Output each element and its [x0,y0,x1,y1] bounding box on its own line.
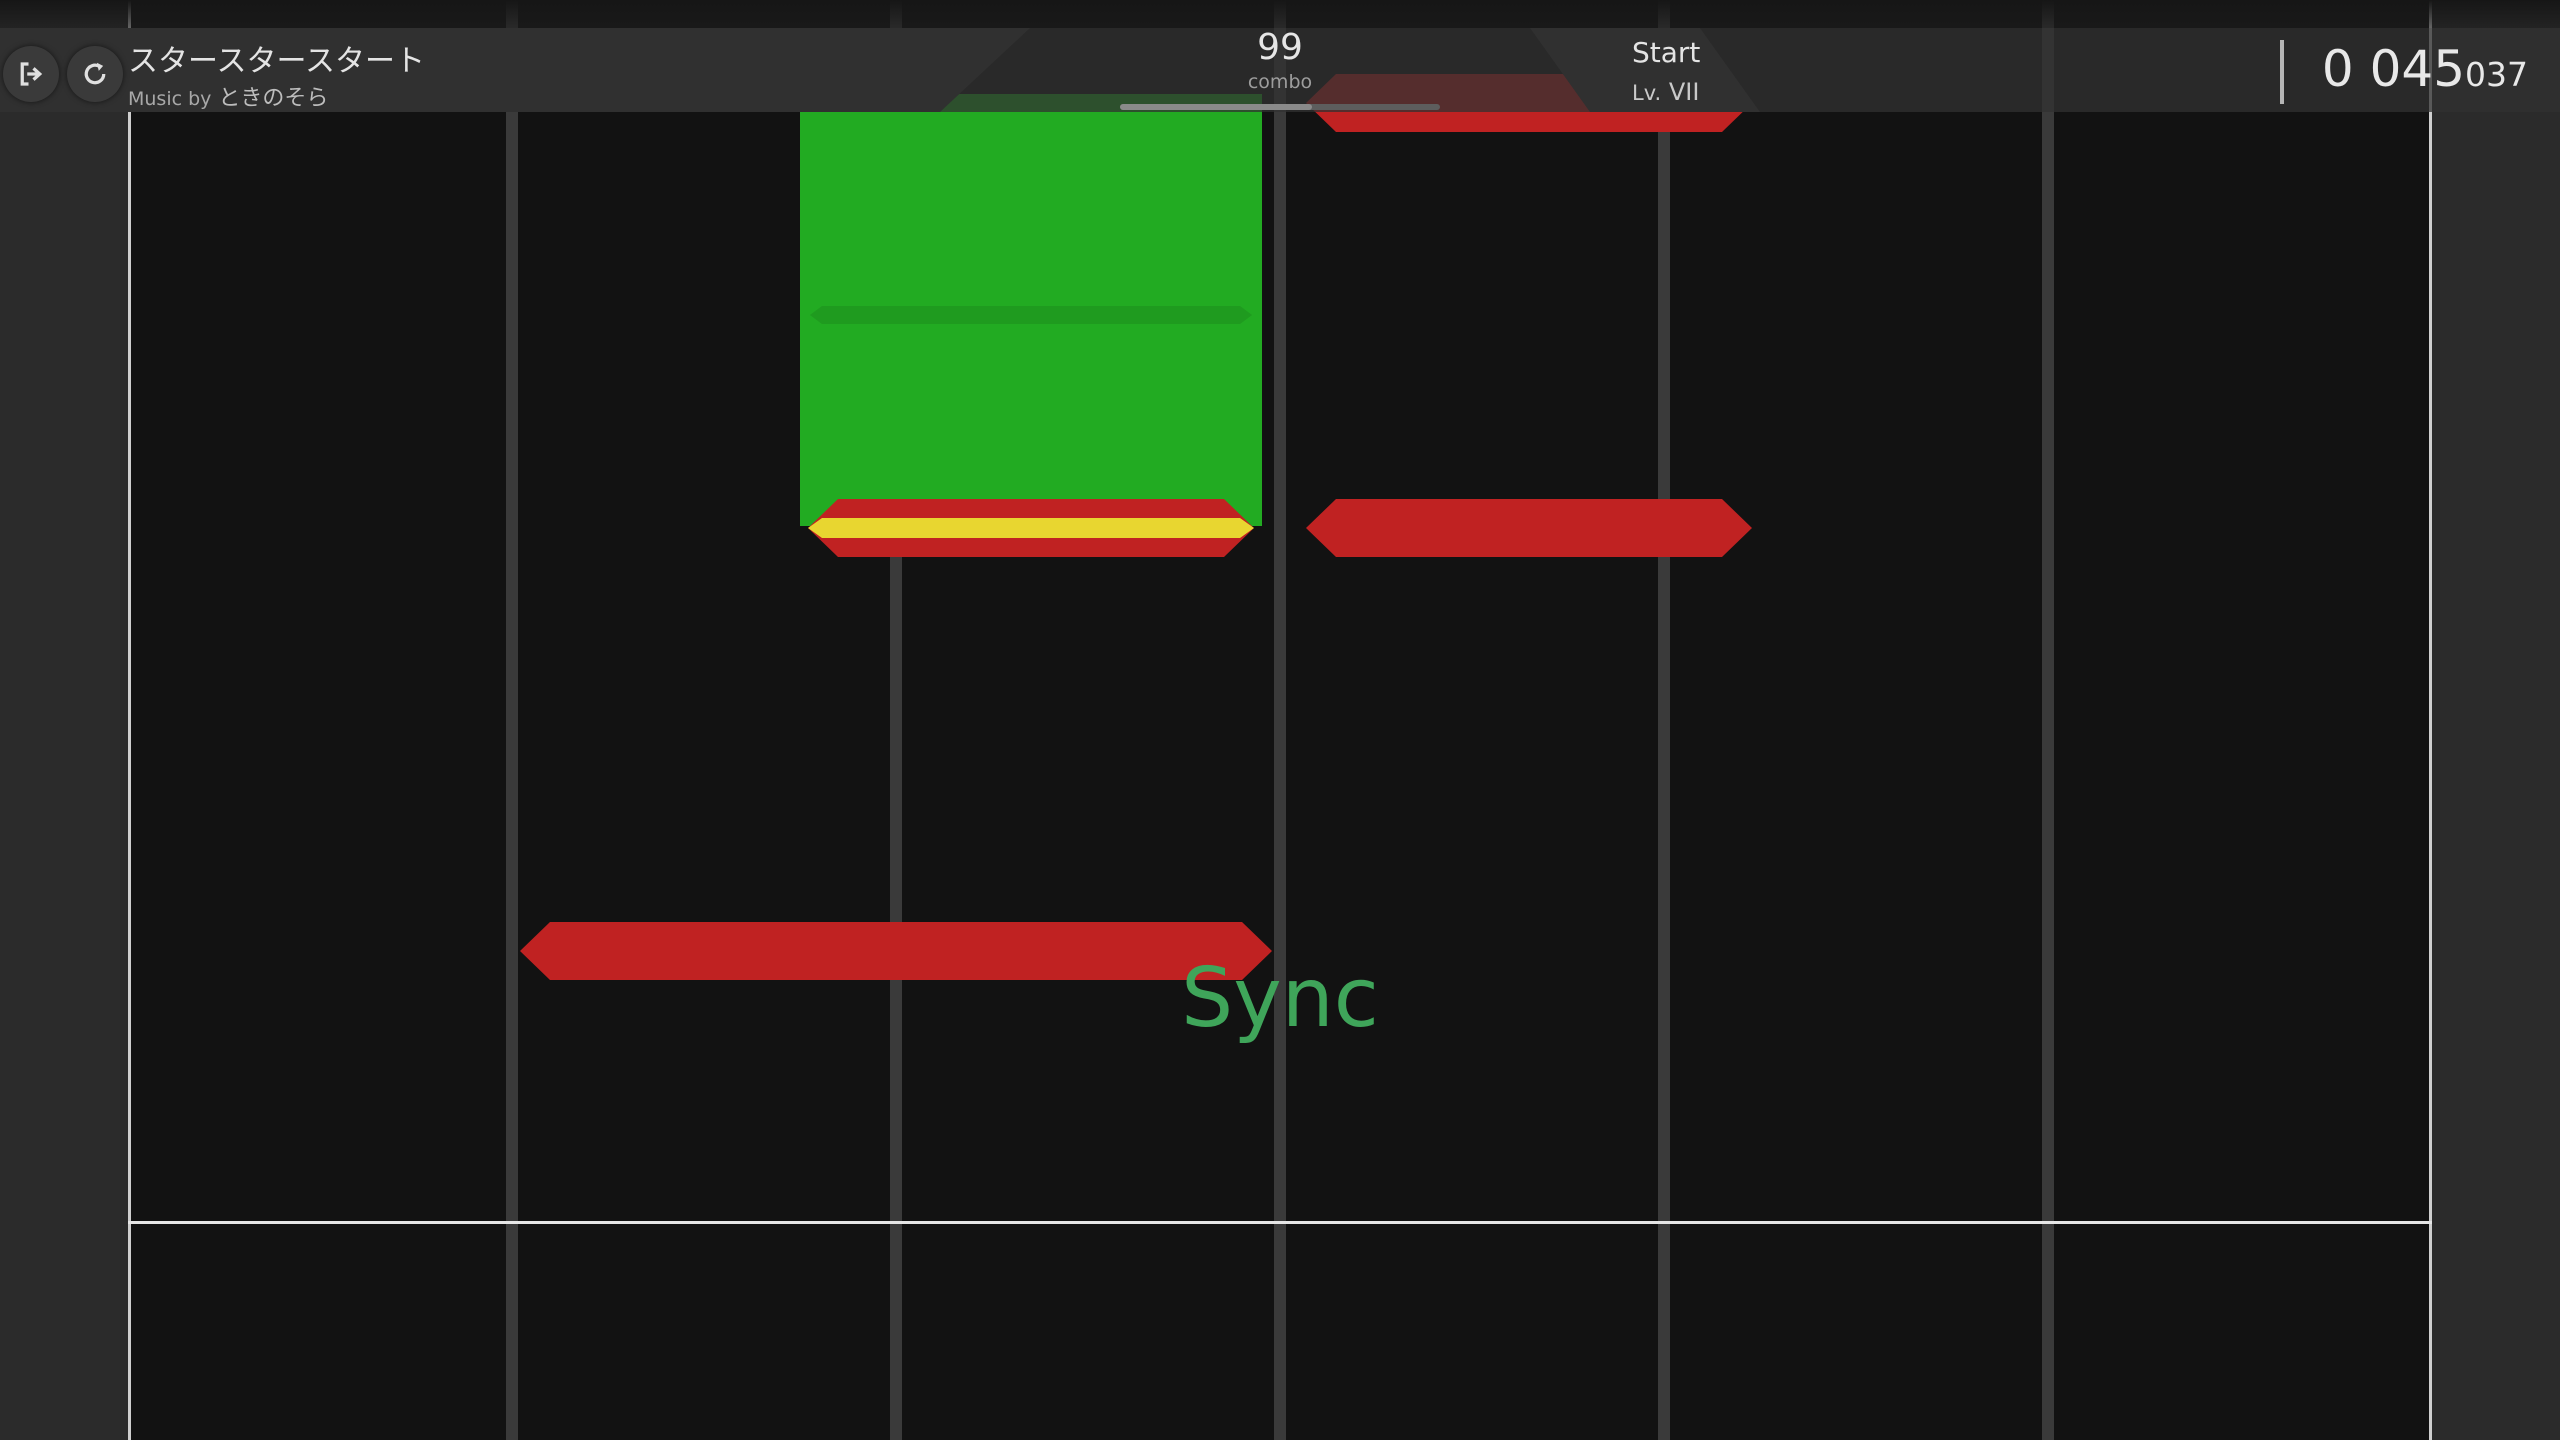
song-artist: Music by ときのそら [128,80,328,112]
difficulty-name: Start [1632,36,1701,69]
level-prefix: Lv. [1632,81,1662,105]
lane-divider [1274,0,1286,1440]
score: 0 045037 [2322,44,2528,94]
game-screen: Sync スタースタースタート Music by ときのそら 99 combo … [0,0,2560,1440]
lane-divider [1658,0,1670,1440]
song-progress-fill [1120,104,1312,110]
score-minor: 037 [2465,55,2528,94]
hud-top-shade [0,0,2560,28]
level-value: VII [1668,78,1700,106]
combo-label: combo [1247,71,1313,93]
combo-count: 99 [1257,27,1303,68]
tap-note [520,922,1272,980]
song-title: スタースタースタート [128,44,425,79]
hold-note-head-highlight [808,518,1254,538]
artist-prefix: Music by [128,88,212,110]
song-progress-bar [1120,104,1440,110]
artist-name: ときのそら [218,86,329,111]
hold-note-tick [810,306,1252,324]
judgement-line [128,1221,2432,1224]
retry-button[interactable] [67,46,123,102]
exit-icon [20,62,43,86]
score-divider [2280,40,2284,104]
tap-note [1306,499,1752,557]
lane-divider [506,0,518,1440]
score-major: 0 045 [2321,40,2465,98]
exit-button[interactable] [3,46,59,102]
lane-divider [2042,0,2054,1440]
retry-icon [84,62,106,85]
difficulty-level: Lv. VII [1632,78,1699,106]
judgement-text: Sync [1181,951,1379,1046]
